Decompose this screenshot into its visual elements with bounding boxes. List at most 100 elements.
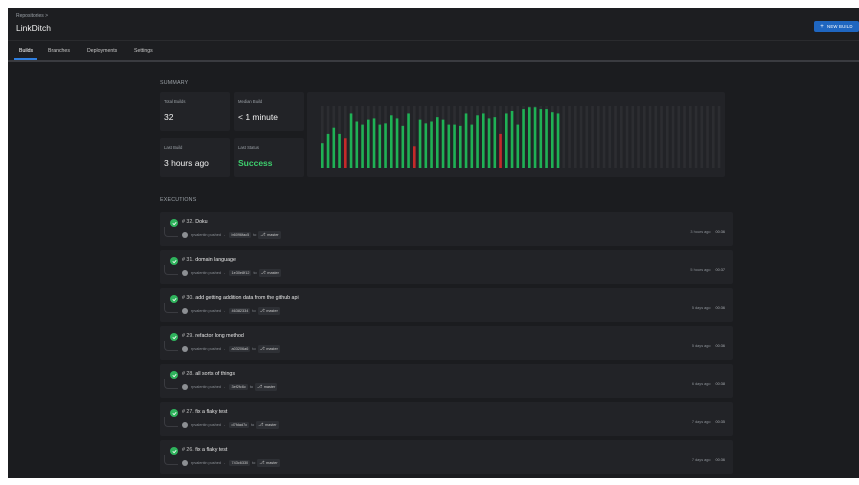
chart-bar-success[interactable] bbox=[551, 112, 554, 168]
tab-branches[interactable]: Branches bbox=[48, 48, 70, 54]
chart-bar-success[interactable] bbox=[528, 107, 531, 168]
branch-badge[interactable]: ⎇ master bbox=[255, 382, 278, 391]
chart-bar-success[interactable] bbox=[441, 119, 445, 168]
chart-bar-success[interactable] bbox=[401, 125, 405, 168]
branch-badge[interactable]: ⎇ master bbox=[256, 420, 279, 429]
execution-number: # 28. bbox=[182, 371, 194, 377]
execution-title[interactable]: # 28. all sorts of things bbox=[182, 371, 235, 377]
success-check-icon bbox=[170, 371, 178, 379]
commit-hash[interactable]: a03206a6 bbox=[229, 345, 251, 352]
execution-row[interactable]: # 30. add getting addition data from the… bbox=[160, 288, 733, 322]
commit-icon: ˒ bbox=[223, 422, 226, 427]
execution-title[interactable]: # 29. refactor long method bbox=[182, 333, 244, 339]
chart-bar-success[interactable] bbox=[533, 107, 537, 168]
chart-bar-failure[interactable] bbox=[344, 138, 347, 168]
execution-number: # 26. bbox=[182, 447, 194, 453]
chart-bar-success[interactable] bbox=[464, 113, 468, 168]
chart-bar-success[interactable] bbox=[390, 115, 393, 168]
commit-hash[interactable]: 46382334 bbox=[229, 307, 251, 314]
chart-bar-success[interactable] bbox=[338, 133, 341, 168]
execution-meta: rpvalentin pushed ˒ d7fdad7c to ⎇ master bbox=[182, 420, 281, 429]
tab-deployments[interactable]: Deployments bbox=[87, 48, 117, 54]
chart-bar-success[interactable] bbox=[459, 125, 462, 168]
chart-slot bbox=[689, 106, 692, 168]
new-build-button[interactable]: + NEW BUILD bbox=[814, 21, 859, 32]
avatar bbox=[182, 383, 188, 390]
commit-hash[interactable]: 3ef2fc6c bbox=[229, 383, 248, 390]
chart-bar-success[interactable] bbox=[545, 109, 548, 168]
chart-bar-success[interactable] bbox=[482, 113, 485, 168]
success-check-icon bbox=[170, 219, 178, 227]
execution-message: all sorts of things bbox=[195, 371, 236, 377]
chart-slot bbox=[654, 106, 658, 168]
breadcrumb[interactable]: Repositories > bbox=[16, 13, 48, 19]
commit-hash[interactable]: b6096fac5 bbox=[229, 231, 252, 238]
execution-row[interactable]: # 29. refactor long method rpvalentin pus… bbox=[160, 326, 733, 360]
chart-slot bbox=[671, 106, 675, 168]
chart-bar-success[interactable] bbox=[522, 109, 525, 168]
execution-title[interactable]: # 32. Doku bbox=[182, 219, 208, 225]
chart-bar-success[interactable] bbox=[326, 133, 330, 168]
chart-bar-success[interactable] bbox=[539, 109, 543, 168]
chart-bar-success[interactable] bbox=[470, 124, 474, 168]
execution-row[interactable]: # 28. all sorts of things rpvalentin push… bbox=[160, 364, 733, 398]
execution-row[interactable]: # 31. domain language rpvalentin pushed ˒ 1… bbox=[160, 250, 733, 284]
commit-hash[interactable]: d7fdad7c bbox=[229, 421, 250, 428]
chart-bar-success[interactable] bbox=[407, 113, 410, 168]
chart-slot bbox=[562, 106, 566, 168]
branch-badge[interactable]: ⎇ master bbox=[257, 306, 280, 315]
execution-row[interactable]: # 27. fix a flaky test rpvalentin pushed ˒… bbox=[160, 402, 733, 436]
chart-slot bbox=[666, 106, 669, 168]
execution-row[interactable]: # 32. Doku rpvalentin pushed ˒ b6096fac5 to ⎇… bbox=[160, 212, 733, 246]
execution-title[interactable]: # 31. domain language bbox=[182, 257, 236, 263]
chart-slot bbox=[597, 106, 600, 168]
execution-title[interactable]: # 26. fix a flaky test bbox=[182, 447, 227, 453]
chart-bar-success[interactable] bbox=[436, 117, 439, 168]
chart-bar-success[interactable] bbox=[476, 115, 479, 168]
tab-bar: Builds Branches Deployments Settings bbox=[8, 41, 859, 62]
branch-badge[interactable]: ⎇ master bbox=[257, 344, 280, 353]
chart-bar-success[interactable] bbox=[447, 124, 451, 168]
chart-bar-success[interactable] bbox=[321, 143, 324, 168]
branch-badge[interactable]: ⎇ master bbox=[258, 230, 281, 239]
chart-bar-success[interactable] bbox=[453, 124, 456, 168]
chart-bar-success[interactable] bbox=[355, 121, 359, 169]
tab-builds[interactable]: Builds bbox=[19, 48, 33, 54]
chart-bar-success[interactable] bbox=[372, 118, 376, 168]
branch-badge[interactable]: ⎇ master bbox=[258, 268, 281, 277]
execution-title[interactable]: # 30. add getting addition data from the… bbox=[182, 295, 299, 301]
chart-bar-success[interactable] bbox=[367, 119, 370, 168]
commit-hash[interactable]: 1e30e8f12 bbox=[229, 269, 252, 276]
active-tab-indicator bbox=[14, 58, 37, 60]
chart-bar-failure[interactable] bbox=[499, 133, 502, 168]
chart-bar-success[interactable] bbox=[510, 110, 514, 168]
chart-bar-success[interactable] bbox=[378, 124, 382, 168]
execution-number: # 32. bbox=[182, 219, 194, 225]
chart-bar-success[interactable] bbox=[361, 124, 364, 168]
chart-bar-success[interactable] bbox=[418, 119, 422, 168]
tab-settings[interactable]: Settings bbox=[134, 48, 153, 54]
chart-bar-success[interactable] bbox=[430, 121, 433, 169]
chart-bar-success[interactable] bbox=[493, 117, 497, 168]
chart-bar-success[interactable] bbox=[332, 127, 336, 168]
execution-duration: 00:35 bbox=[715, 420, 725, 424]
execution-row[interactable]: # 26. fix a flaky test rpvalentin pushed ˒… bbox=[160, 440, 733, 474]
chart-bar-failure[interactable] bbox=[413, 146, 416, 168]
chart-bar-success[interactable] bbox=[424, 123, 428, 168]
chart-bar-success[interactable] bbox=[349, 113, 353, 168]
execution-message: fix a flaky test bbox=[195, 447, 228, 453]
commit-hash[interactable]: 743c6330 bbox=[229, 459, 251, 466]
chart-bar-success[interactable] bbox=[516, 124, 520, 168]
execution-when: 5 days ago bbox=[691, 344, 711, 348]
chart-bar-success[interactable] bbox=[384, 123, 387, 168]
chart-bar-success[interactable] bbox=[487, 118, 491, 168]
chart-bar-success[interactable] bbox=[505, 113, 508, 168]
chart-bar-success[interactable] bbox=[556, 113, 560, 168]
branch-badge[interactable]: ⎇ master bbox=[257, 458, 280, 467]
chart-bar-success[interactable] bbox=[395, 118, 399, 168]
execution-when: 5 days ago bbox=[691, 306, 711, 310]
execution-title[interactable]: # 27. fix a flaky test bbox=[182, 409, 227, 415]
branch-name: master bbox=[267, 270, 279, 275]
commit-icon: ˒ bbox=[223, 460, 226, 465]
chart-slot bbox=[608, 106, 612, 168]
